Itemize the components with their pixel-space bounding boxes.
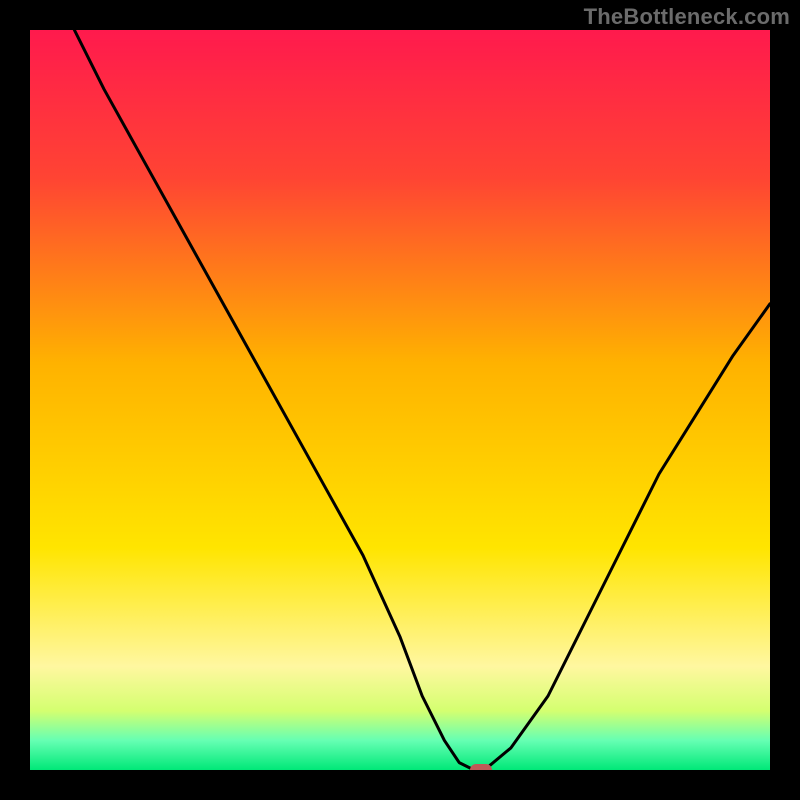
optimal-point-marker — [470, 764, 492, 770]
chart-frame: TheBottleneck.com — [0, 0, 800, 800]
plot-area — [30, 30, 770, 770]
watermark-text: TheBottleneck.com — [584, 4, 790, 30]
bottleneck-curve — [30, 30, 770, 770]
